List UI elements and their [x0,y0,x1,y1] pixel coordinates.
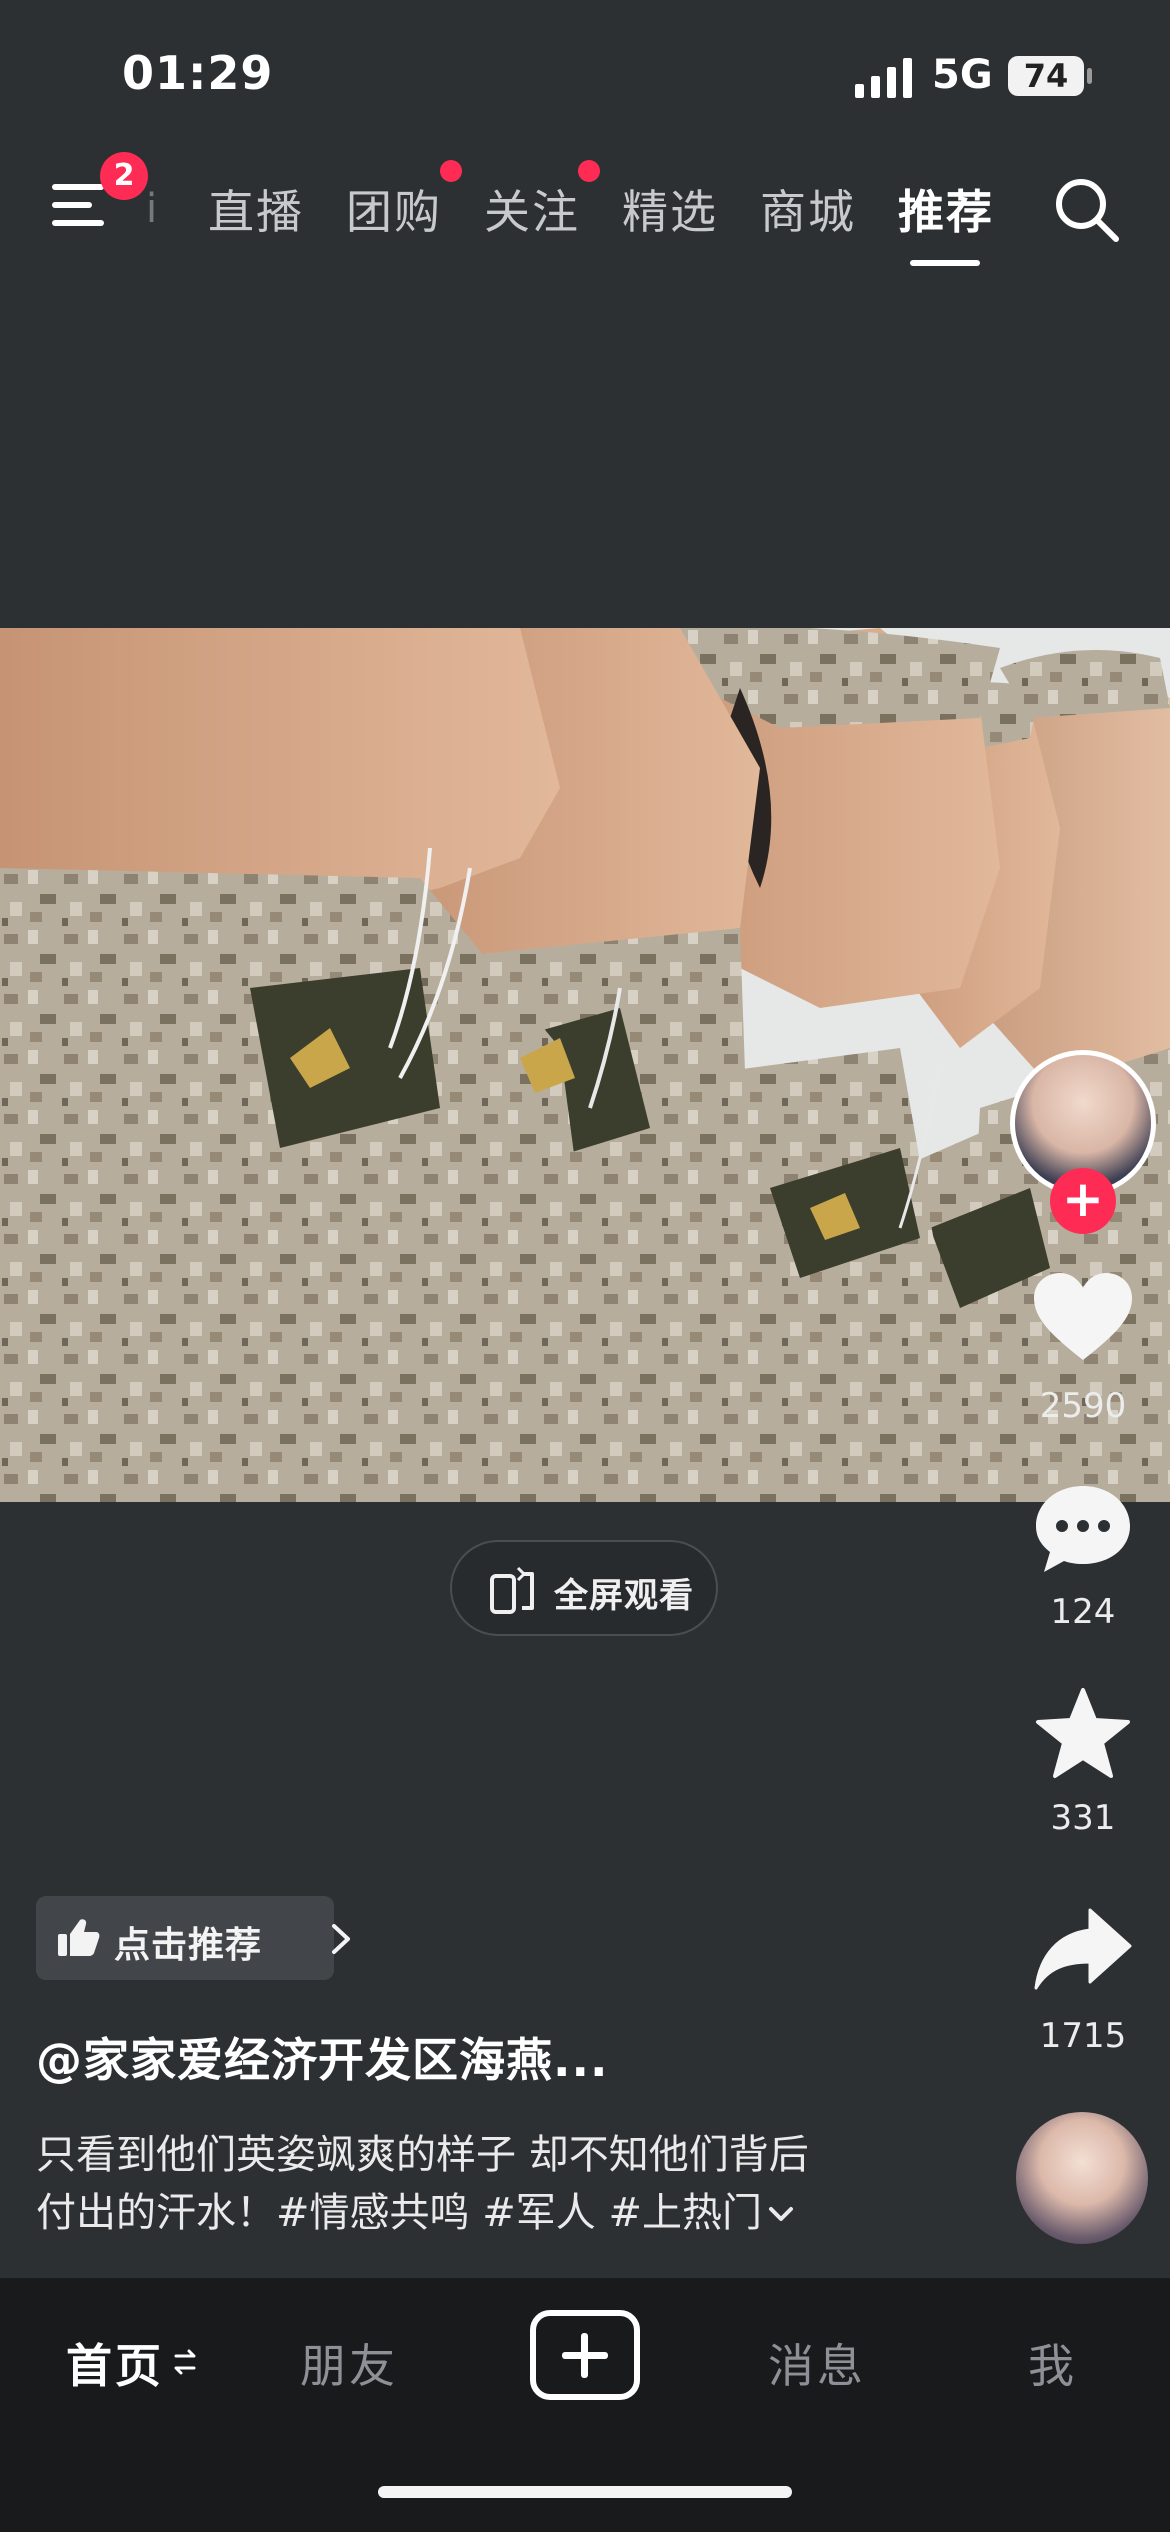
recommend-label: 点击推荐 [114,1925,263,1966]
rotate-screen-icon [490,1566,534,1614]
tab-recommended[interactable]: 推荐 [898,176,994,242]
tab-mall[interactable]: 商城 [760,176,856,242]
menu-icon[interactable] [52,182,104,228]
follow-button[interactable]: + [1050,1168,1116,1234]
status-time: 01:29 [122,46,274,100]
bottom-tab-home[interactable]: 首页 [66,2330,164,2396]
favorite-count: 331 [1050,1798,1116,1838]
active-tab-underline [910,260,980,266]
recommend-button[interactable]: 点击推荐 [36,1896,350,1980]
tab-following[interactable]: 关注 [484,176,580,242]
chevron-right-icon [332,1924,350,1954]
video-player[interactable] [0,628,1170,1502]
battery-cap [1087,68,1092,84]
signal-icon [855,58,912,98]
network-type: 5G [932,52,993,98]
music-disc-avatar[interactable] [1016,2112,1148,2244]
heart-icon[interactable] [1030,1270,1136,1366]
share-count: 1715 [1039,2016,1127,2056]
home-indicator [378,2486,792,2498]
post-caption[interactable]: 只看到他们英姿飒爽的样子 却不知他们背后 付出的汗水！#情感共鸣 #军人 #上热… [36,2126,936,2242]
comment-icon[interactable] [1030,1480,1136,1576]
tab-following-dot [578,160,600,182]
plus-vertical [581,2333,588,2378]
fullscreen-label: 全屏观看 [554,1576,694,1616]
caption-line-2-text: 付出的汗水！#情感共鸣 #军人 #上热门 [36,2190,762,2236]
fullscreen-button[interactable]: 全屏观看 [450,1540,718,1636]
tab-live[interactable]: 直播 [208,176,304,242]
swap-icon[interactable] [172,2346,198,2378]
thumbs-up-icon [58,1919,100,1956]
search-icon[interactable] [1052,175,1122,245]
bottom-tab-friends[interactable]: 朋友 [300,2330,398,2396]
menu-notification-badge: 2 [100,152,148,200]
tab-group-buy-dot [440,160,462,182]
chevron-down-icon[interactable] [768,2205,794,2225]
tab-partial-faded: i [146,186,158,232]
author-name[interactable]: @家家爱经济开发区海燕... [36,2024,608,2090]
like-count: 2590 [1039,1386,1127,1426]
caption-line-2: 付出的汗水！#情感共鸣 #军人 #上热门 [36,2184,936,2242]
plus-icon[interactable] [530,2310,640,2400]
video-frame-image [0,628,1170,1502]
caption-line-1: 只看到他们英姿飒爽的样子 却不知他们背后 [36,2132,809,2178]
tab-group-buy[interactable]: 团购 [346,176,442,242]
battery-indicator: 74 [1008,56,1084,96]
bottom-tab-messages[interactable]: 消息 [768,2330,866,2396]
tab-featured[interactable]: 精选 [622,176,718,242]
comment-count: 124 [1050,1592,1116,1632]
share-icon[interactable] [1030,1904,1136,2000]
bottom-tab-me[interactable]: 我 [1028,2330,1077,2396]
star-icon[interactable] [1030,1686,1136,1782]
